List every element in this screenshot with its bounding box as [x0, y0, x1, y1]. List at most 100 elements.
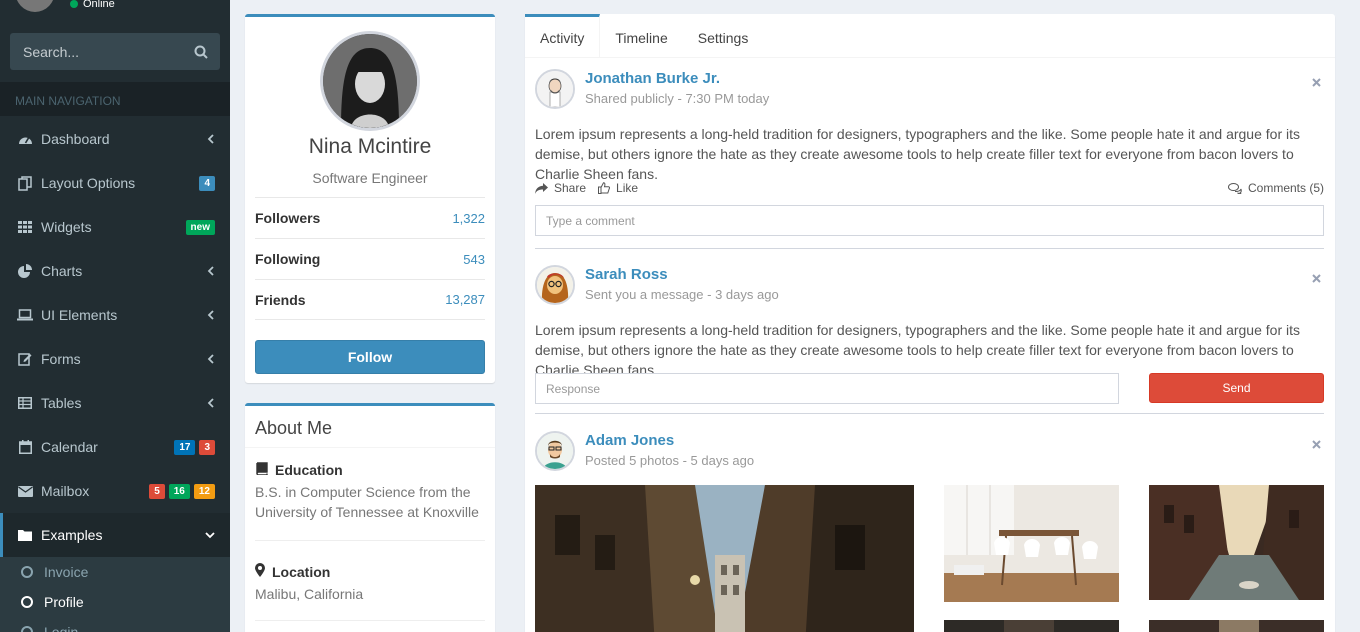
nav-item-calendar[interactable]: Calendar 17 3: [0, 425, 230, 469]
post-author-name[interactable]: Jonathan Burke Jr.: [585, 70, 720, 87]
nav-label: Widgets: [41, 219, 92, 235]
stat-label: Friends: [255, 291, 306, 308]
send-button[interactable]: Send: [1149, 373, 1324, 403]
share-label: Share: [554, 181, 587, 195]
close-icon[interactable]: [1308, 436, 1324, 452]
chevron-left-icon: [205, 134, 215, 144]
tab-timeline[interactable]: Timeline: [600, 14, 682, 58]
nav-item-layout-options[interactable]: Layout Options 4: [0, 161, 230, 205]
comments-label: Comments (5): [1247, 181, 1324, 195]
profile-name: Nina Mcintire: [308, 135, 432, 158]
main-nav: Dashboard Layout Options 4 Widgets new C…: [0, 117, 230, 557]
search-input[interactable]: [23, 43, 192, 60]
divider: [255, 620, 485, 621]
post-author-name[interactable]: Sarah Ross: [585, 266, 668, 283]
author-avatar[interactable]: [535, 69, 575, 109]
nav-label: Tables: [41, 395, 82, 411]
author-avatar[interactable]: [535, 265, 575, 305]
tab-settings[interactable]: Settings: [683, 14, 764, 58]
like-link[interactable]: Like: [598, 181, 638, 195]
divider: [255, 540, 485, 541]
post: Sarah Ross Sent you a message - 3 days a…: [535, 265, 1324, 415]
nav-label: Dashboard: [41, 131, 110, 147]
photo-portrait[interactable]: [944, 620, 1119, 632]
profile-role: Software Engineer: [312, 170, 428, 186]
circle-icon: [21, 596, 33, 608]
activity-panel: Activity Timeline Settings Jonathan Burk…: [525, 14, 1335, 632]
user-status-label: Online: [83, 0, 115, 10]
education-heading: Education: [255, 462, 485, 478]
nav-item-dashboard[interactable]: Dashboard: [0, 117, 230, 161]
nav-header: MAIN NAVIGATION: [0, 82, 230, 116]
post-description: Shared publicly - 7:30 PM today: [585, 91, 770, 106]
stat-value[interactable]: 1,322: [452, 211, 485, 226]
online-status-icon: [70, 0, 78, 8]
location-heading: Location: [255, 563, 485, 580]
sidebar: Online MAIN NAVIGATION Dashboard Layout …: [0, 0, 230, 632]
post: Adam Jones Posted 5 photos - 5 days ago: [535, 431, 1324, 632]
photo-dining-room[interactable]: [944, 485, 1119, 602]
response-input[interactable]: [535, 373, 1119, 404]
nav-label: Layout Options: [41, 175, 136, 191]
education-section: Education B.S. in Computer Science from …: [255, 462, 485, 522]
examples-submenu: Invoice Profile Login: [0, 557, 230, 632]
follow-button[interactable]: Follow: [255, 340, 485, 374]
nav-item-examples[interactable]: Examples: [0, 513, 230, 557]
education-text: B.S. in Computer Science from the Univer…: [255, 484, 479, 520]
stat-value[interactable]: 543: [463, 252, 485, 267]
chevron-left-icon: [205, 310, 215, 320]
stat-friends: Friends 13,287: [255, 279, 485, 320]
grid-icon: [17, 219, 33, 235]
about-me-card: About Me Education B.S. in Computer Scie…: [245, 403, 495, 632]
about-title: About Me: [255, 418, 333, 438]
nav-label: Charts: [41, 263, 83, 279]
photo-buildings[interactable]: [1149, 620, 1324, 632]
thumbs-up-icon: [598, 182, 611, 194]
stat-label: Followers: [255, 210, 321, 226]
like-label: Like: [616, 181, 639, 195]
post-body: Lorem ipsum represents a long-held tradi…: [535, 322, 1300, 378]
folder-icon: [17, 527, 33, 543]
submenu-item-invoice[interactable]: Invoice: [0, 557, 230, 587]
nav-label: Calendar: [41, 439, 98, 455]
profile-card: Nina Mcintire Software Engineer Follower…: [245, 14, 495, 383]
stat-followers: Followers 1,322: [255, 197, 485, 238]
photo-street[interactable]: [535, 485, 914, 632]
envelope-icon: [17, 483, 33, 499]
comments-icon: [1227, 182, 1242, 194]
tab-bar: Activity Timeline Settings: [525, 14, 1335, 58]
submenu-label: Invoice: [44, 564, 89, 580]
close-icon[interactable]: [1308, 74, 1324, 90]
new-badge: new: [185, 219, 215, 235]
submenu-item-profile[interactable]: Profile: [0, 587, 230, 617]
comments-link[interactable]: Comments (5): [1227, 181, 1324, 195]
nav-item-tables[interactable]: Tables: [0, 381, 230, 425]
nav-item-charts[interactable]: Charts: [0, 249, 230, 293]
submenu-label: Login: [44, 624, 79, 632]
stat-value[interactable]: 13,287: [445, 292, 485, 307]
table-icon: [17, 395, 33, 411]
share-link[interactable]: Share: [535, 181, 586, 195]
nav-item-widgets[interactable]: Widgets new: [0, 205, 230, 249]
nav-label: UI Elements: [41, 307, 118, 323]
post-description: Sent you a message - 3 days ago: [585, 287, 779, 302]
post-author-name[interactable]: Adam Jones: [585, 432, 674, 449]
share-icon: [535, 182, 548, 194]
circle-icon: [21, 566, 33, 578]
comment-input[interactable]: [535, 205, 1324, 236]
calendar-icon: [17, 439, 33, 455]
circle-icon: [21, 626, 33, 632]
author-avatar[interactable]: [535, 431, 575, 471]
count-badge: 17: [174, 439, 196, 455]
photo-canal[interactable]: [1149, 485, 1324, 600]
laptop-icon: [17, 307, 33, 323]
submenu-item-login[interactable]: Login: [0, 617, 230, 632]
nav-item-ui-elements[interactable]: UI Elements: [0, 293, 230, 337]
close-icon[interactable]: [1308, 270, 1324, 286]
tab-activity[interactable]: Activity: [525, 14, 601, 58]
search-icon[interactable]: [192, 43, 210, 61]
education-label: Education: [275, 462, 343, 478]
nav-item-mailbox[interactable]: Mailbox 5 16 12: [0, 469, 230, 513]
nav-item-forms[interactable]: Forms: [0, 337, 230, 381]
user-avatar[interactable]: [15, 0, 55, 12]
